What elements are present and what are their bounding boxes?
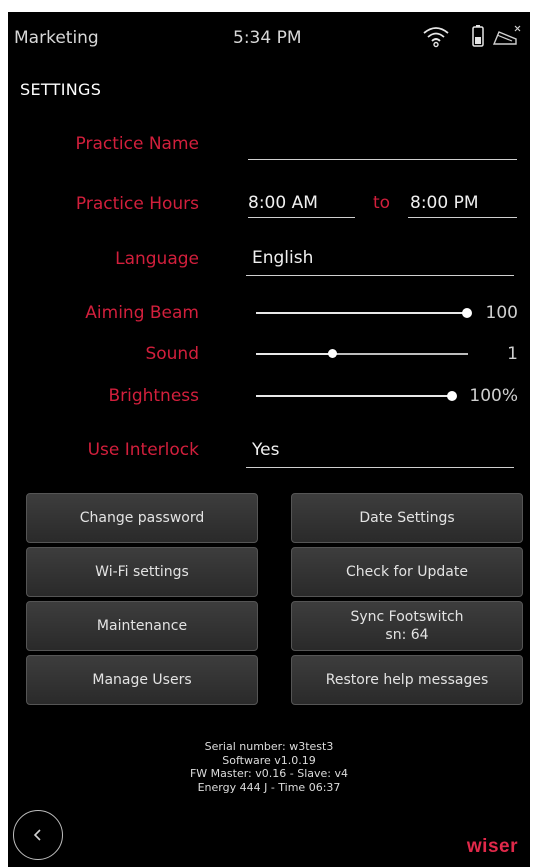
software-version: Software v1.0.19 <box>222 753 316 767</box>
practice-hours-from-value: 8:00 AM <box>248 193 318 213</box>
sound-slider[interactable] <box>256 349 468 358</box>
chevron-left-icon <box>33 829 41 841</box>
wifi-icon <box>423 27 449 48</box>
brightness-label: Brightness <box>108 386 199 406</box>
aiming-beam-label: Aiming Beam <box>85 303 199 323</box>
firmware-version: FW Master: v0.16 - Slave: v4 <box>189 767 348 780</box>
status-app-name: Marketing <box>14 28 99 48</box>
change-password-label: Change password <box>79 510 205 526</box>
sound-label: Sound <box>145 344 199 364</box>
maintenance-label: Maintenance <box>96 618 188 634</box>
sound-slider-thumb[interactable] <box>328 349 337 358</box>
aiming-beam-value: 100 <box>485 303 518 323</box>
aiming-beam-slider[interactable] <box>256 308 472 318</box>
restore-help-button[interactable]: Restore help messages <box>291 655 523 705</box>
manage-users-button[interactable]: Manage Users <box>26 655 258 705</box>
energy-time: Energy 444 J - Time 06:37 <box>197 780 341 794</box>
sound-value: 1 <box>507 344 518 364</box>
sync-footswitch-label: Sync Footswitch <box>350 609 464 625</box>
sync-footswitch-serial: sn: 64 <box>385 627 429 643</box>
use-interlock-select[interactable]: Yes <box>246 435 514 468</box>
brightness-value: 100% <box>469 386 518 406</box>
brightness-slider-thumb[interactable] <box>447 391 457 401</box>
language-label: Language <box>115 249 199 269</box>
back-button[interactable] <box>13 810 63 860</box>
use-interlock-label: Use Interlock <box>87 440 199 460</box>
check-update-label: Check for Update <box>346 564 468 580</box>
practice-hours-to-value: 8:00 PM <box>410 193 479 213</box>
status-bar: Marketing 5:34 PM <box>8 12 530 62</box>
status-time: 5:34 PM <box>233 28 302 48</box>
date-settings-label: Date Settings <box>359 510 455 526</box>
practice-hours-to-label: to <box>373 193 391 213</box>
practice-hours-to-input[interactable]: 8:00 PM <box>408 190 517 218</box>
wifi-settings-label: Wi-Fi settings <box>95 564 189 580</box>
language-select[interactable]: English <box>246 245 514 276</box>
manage-users-label: Manage Users <box>92 672 192 688</box>
practice-hours-from-input[interactable]: 8:00 AM <box>248 190 355 218</box>
device-info: Serial number: w3test3 Software v1.0.19 … <box>8 740 530 794</box>
check-update-button[interactable]: Check for Update <box>291 547 523 597</box>
aiming-beam-slider-thumb[interactable] <box>462 308 472 318</box>
sync-footswitch-button[interactable]: Sync Footswitch sn: 64 <box>291 601 523 651</box>
use-interlock-value: Yes <box>252 440 280 460</box>
maintenance-button[interactable]: Maintenance <box>26 601 258 651</box>
footswitch-disconnected-icon <box>492 25 521 45</box>
practice-name-label: Practice Name <box>75 134 199 154</box>
device-screen: Marketing 5:34 PM SETTINGS Practice Name… <box>8 12 530 867</box>
serial-number: Serial number: w3test3 <box>204 740 334 753</box>
battery-icon <box>472 25 484 47</box>
brightness-slider[interactable] <box>256 391 457 401</box>
practice-hours-label: Practice Hours <box>75 194 199 214</box>
wifi-settings-button[interactable]: Wi-Fi settings <box>26 547 258 597</box>
practice-name-input[interactable] <box>248 134 517 160</box>
change-password-button[interactable]: Change password <box>26 493 258 543</box>
wiser-logo: wiser <box>466 836 518 857</box>
language-value: English <box>252 248 314 268</box>
page-title: SETTINGS <box>20 80 102 99</box>
date-settings-button[interactable]: Date Settings <box>291 493 523 543</box>
restore-help-label: Restore help messages <box>325 672 489 688</box>
